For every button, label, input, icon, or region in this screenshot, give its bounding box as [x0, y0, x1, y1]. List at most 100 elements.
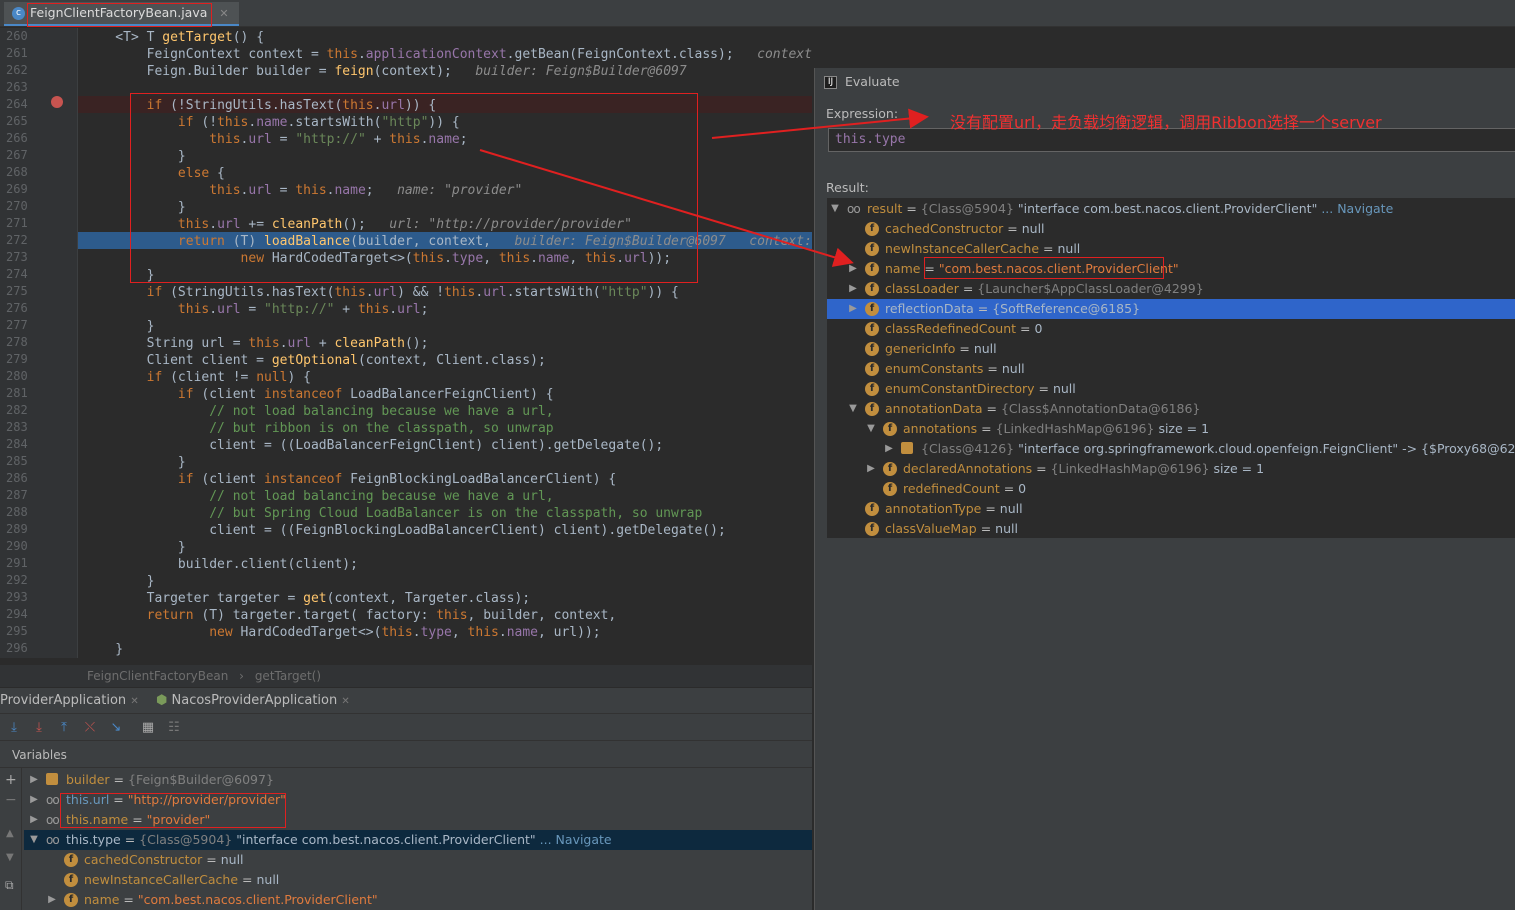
code-line[interactable]: Targeter targeter = get(context, Targete… — [84, 590, 531, 607]
result-row-classredefinedcount[interactable]: f classRedefinedCount = 0 — [827, 319, 1515, 339]
code-line[interactable]: client = ((LoadBalancerFeignClient) clie… — [84, 437, 663, 454]
result-row-name[interactable]: ▶ f name = "com.best.nacos.client.Provider… — [827, 259, 1515, 279]
code-line[interactable]: Feign.Builder builder = feign(context); … — [84, 63, 687, 80]
code-line[interactable]: if (client instanceof FeignBlockingLoadB… — [84, 471, 616, 488]
result-row-result[interactable]: ▼ oo result = {Class@5904} "interface com.… — [827, 199, 1515, 219]
code-line[interactable]: } — [84, 199, 186, 216]
code-line[interactable]: } — [84, 318, 155, 335]
move-down-icon[interactable]: ▼ — [6, 852, 14, 863]
collapse-arrow-icon[interactable]: ▼ — [28, 830, 40, 850]
code-line[interactable]: if (StringUtils.hasText(this.url) && !th… — [84, 284, 679, 301]
step-into-icon[interactable]: ⤓ — [31, 720, 47, 736]
code-line[interactable]: client = ((FeignBlockingLoadBalancerClie… — [84, 522, 726, 539]
code-line[interactable]: // but ribbon is on the classpath, so un… — [84, 420, 553, 437]
code-line[interactable]: // but Spring Cloud LoadBalancer is on t… — [84, 505, 702, 522]
code-line[interactable]: this.url = "http://" + this.url; — [84, 301, 429, 318]
collapse-arrow-icon[interactable]: ▼ — [865, 419, 877, 439]
code-line[interactable]: this.url += cleanPath(); url: "http://pr… — [84, 216, 632, 233]
result-row-enumconstants[interactable]: f enumConstants = null — [827, 359, 1515, 379]
step-out-icon[interactable]: ⤒ — [56, 720, 72, 736]
navigate-link[interactable]: ... Navigate — [1317, 201, 1393, 216]
code-line[interactable]: new HardCodedTarget<>(this.type, this.na… — [84, 250, 672, 267]
result-row-class-4126[interactable]: ▶ {Class@4126} "interface org.springframe… — [827, 439, 1515, 459]
tab-nacos-provider-application[interactable]: ⬢ NacosProviderApplication ✕ — [156, 693, 350, 708]
expand-arrow-icon[interactable]: ▶ — [847, 299, 859, 319]
code-line[interactable]: new HardCodedTarget<>(this.type, this.na… — [84, 624, 600, 641]
code-line[interactable]: } — [84, 539, 186, 556]
code-line[interactable]: if (client != null) { — [84, 369, 311, 386]
code-line[interactable]: else { — [84, 165, 225, 182]
add-watch-icon[interactable]: + — [5, 772, 17, 788]
variable-row-this-name[interactable]: ▶ oo this.name = "provider" — [24, 810, 812, 830]
equals-sign: = — [202, 852, 221, 867]
evaluate-expression-icon[interactable]: ▦ — [140, 720, 156, 736]
navigate-link[interactable]: ... Navigate — [536, 832, 612, 847]
result-row-newinstancecallercache[interactable]: f newInstanceCallerCache = null — [827, 239, 1515, 259]
result-row-classvaluemap[interactable]: f classValueMap = null — [827, 519, 1515, 539]
result-row-annotations[interactable]: ▼ f annotations = {LinkedHashMap@6196} siz… — [827, 419, 1515, 439]
code-line[interactable]: } — [84, 573, 155, 590]
code-line[interactable]: if (!this.name.startsWith("http")) { — [84, 114, 460, 131]
code-line[interactable]: } — [84, 454, 186, 471]
drop-frame-icon[interactable]: ⤬ — [82, 720, 98, 736]
code-line[interactable]: // not load balancing because we have a … — [84, 488, 553, 505]
code-line[interactable]: String url = this.url + cleanPath(); — [84, 335, 429, 352]
variable-row-this-url[interactable]: ▶ oo this.url = "http://provider/provider" — [24, 790, 812, 810]
code-line[interactable]: return (T) loadBalance(builder, context,… — [84, 233, 812, 250]
close-icon[interactable]: ✕ — [219, 7, 228, 20]
result-row-redefinedcount[interactable]: f redefinedCount = 0 — [827, 479, 1515, 499]
code-editor[interactable]: 260 261 262 263 264 265 266 267 268 269 270 271 272 2… — [0, 28, 812, 658]
collapse-arrow-icon[interactable]: ▼ — [847, 399, 859, 419]
trace-icon[interactable]: ☷ — [166, 720, 182, 736]
code-line[interactable]: // not load balancing because we have a … — [84, 403, 553, 420]
expand-arrow-icon[interactable]: ▶ — [865, 459, 877, 479]
line-number-gutter[interactable]: 260 261 262 263 264 265 266 267 268 269 270 271 272 2… — [0, 28, 78, 658]
result-row-declaredannotations[interactable]: ▶ f declaredAnnotations = {LinkedHashMap@6… — [827, 459, 1515, 479]
copy-icon[interactable]: ⧉ — [5, 878, 14, 893]
breakpoint-icon[interactable] — [51, 96, 63, 108]
code-line[interactable]: <T> T getTarget() { — [84, 29, 264, 46]
result-row-reflectiondata[interactable]: ▶ f reflectionData = {SoftReference@6185} — [827, 299, 1515, 319]
expand-arrow-icon[interactable]: ▶ — [28, 790, 40, 810]
result-row-annotationdata[interactable]: ▼ f annotationData = {Class$AnnotationData… — [827, 399, 1515, 419]
code-line[interactable]: return (T) targeter.target( factory: thi… — [84, 607, 617, 624]
result-row-genericinfo[interactable]: f genericInfo = null — [827, 339, 1515, 359]
variable-row-newinstancecallercache[interactable]: f newInstanceCallerCache = null — [24, 870, 812, 890]
code-line[interactable]: builder.client(client); — [84, 556, 358, 573]
code-line[interactable]: this.url = "http://" + this.name; — [84, 131, 467, 148]
expand-arrow-icon[interactable]: ▶ — [28, 770, 40, 790]
code-line[interactable]: } — [84, 148, 186, 165]
result-row-classloader[interactable]: ▶ f classLoader = {Launcher$AppClassLoader… — [827, 279, 1515, 299]
result-row-annotationtype[interactable]: f annotationType = null — [827, 499, 1515, 519]
code-line[interactable]: FeignContext context = this.applicationC… — [84, 46, 812, 63]
variable-row-cachedconstructor[interactable]: f cachedConstructor = null — [24, 850, 812, 870]
result-row-cachedconstructor[interactable]: f cachedConstructor = null — [827, 219, 1515, 239]
expand-arrow-icon[interactable]: ▶ — [28, 810, 40, 830]
var-value: null — [999, 501, 1023, 516]
collapse-arrow-icon[interactable]: ▼ — [829, 199, 841, 219]
expand-arrow-icon[interactable]: ▶ — [847, 259, 859, 279]
code-line[interactable]: } — [84, 267, 155, 284]
code-line[interactable]: if (client instanceof LoadBalancerFeignC… — [84, 386, 554, 403]
tab-feign-client-factory-bean[interactable]: c FeignClientFactoryBean.java ✕ — [4, 2, 239, 26]
result-row-enumconstantdirectory[interactable]: f enumConstantDirectory = null — [827, 379, 1515, 399]
expand-arrow-icon[interactable]: ▶ — [847, 279, 859, 299]
code-line[interactable]: Client client = getOptional(context, Cli… — [84, 352, 546, 369]
breadcrumb-method[interactable]: getTarget() — [255, 669, 321, 683]
code-line[interactable]: if (!StringUtils.hasText(this.url)) { — [84, 97, 437, 114]
variable-row-this-type[interactable]: ▼ oo this.type = {Class@5904} "interface c… — [24, 830, 812, 850]
step-over-icon[interactable]: ⤓ — [6, 720, 22, 736]
variable-row-builder[interactable]: ▶ builder = {Feign$Builder@6097} — [24, 770, 812, 790]
close-icon[interactable]: ✕ — [341, 696, 349, 707]
close-icon[interactable]: ✕ — [130, 696, 138, 707]
move-up-icon[interactable]: ▲ — [6, 828, 14, 839]
code-line[interactable]: } — [84, 641, 123, 658]
breadcrumb-class[interactable]: FeignClientFactoryBean — [87, 669, 228, 683]
remove-watch-icon[interactable]: − — [5, 792, 17, 808]
expand-arrow-icon[interactable]: ▶ — [883, 439, 895, 459]
variable-row-name[interactable]: ▶ f name = "com.best.nacos.client.Provider… — [24, 890, 812, 910]
code-line[interactable]: this.url = this.name; name: "provider" — [84, 182, 522, 199]
expand-arrow-icon[interactable]: ▶ — [46, 890, 58, 910]
tab-provider-application[interactable]: ProviderApplication ✕ — [0, 693, 139, 708]
run-to-cursor-icon[interactable]: ↘ — [108, 720, 124, 736]
